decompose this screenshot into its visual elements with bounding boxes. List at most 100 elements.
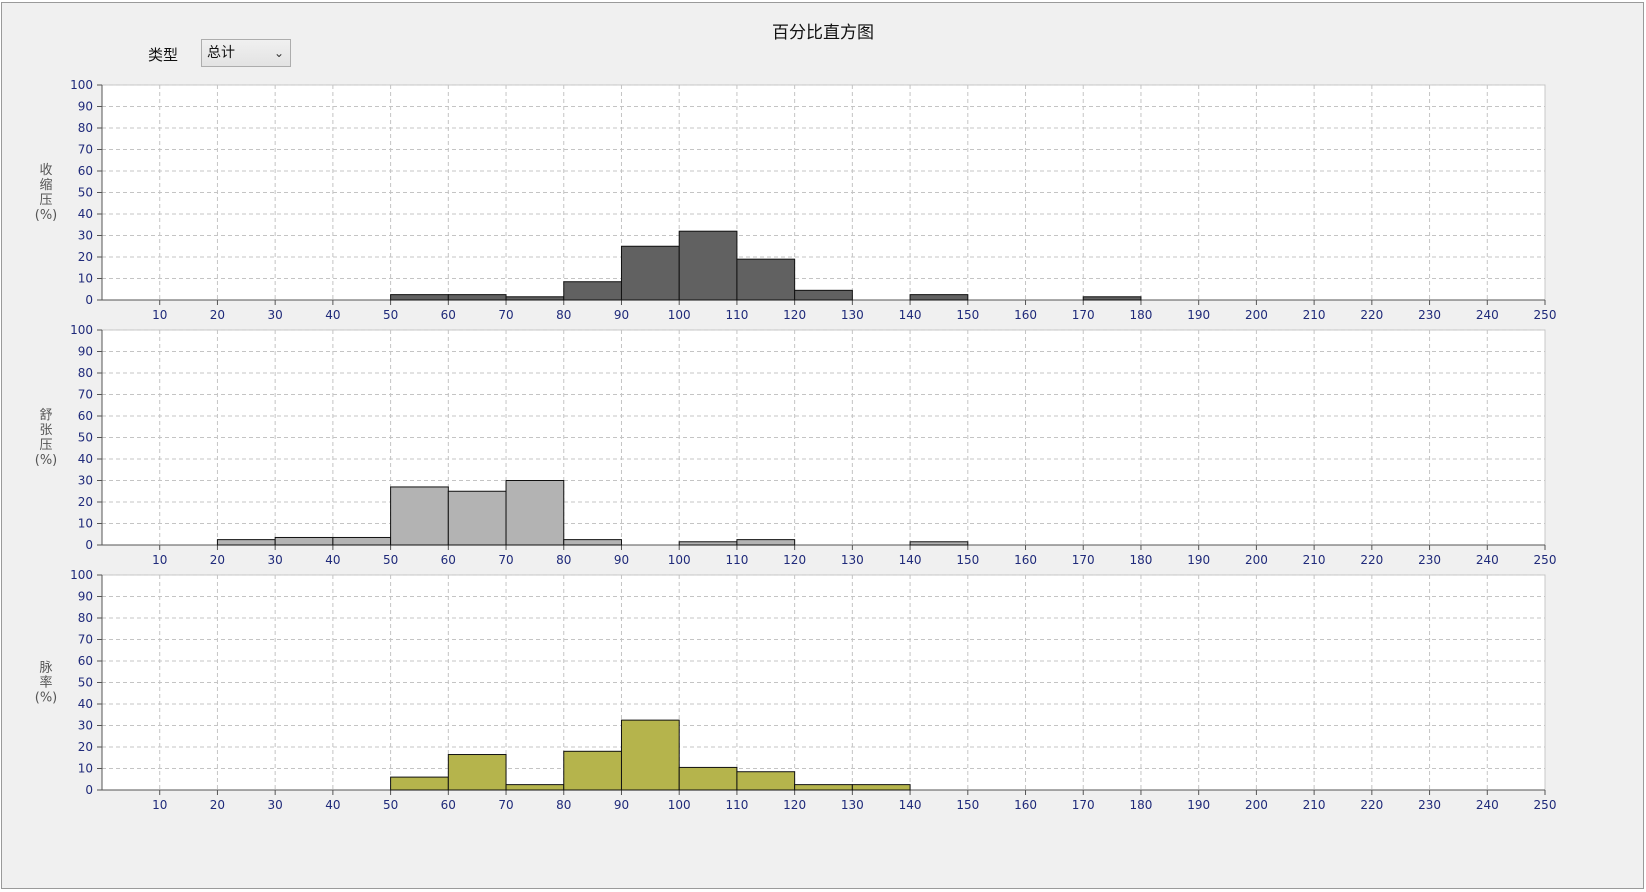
- x-tick-label: 140: [899, 553, 922, 567]
- y-tick-label: 10: [78, 762, 93, 776]
- y-axis-label-part: 压: [39, 438, 52, 453]
- y-axis-label: 收缩压(%): [35, 163, 58, 223]
- x-tick-label: 70: [498, 798, 513, 812]
- y-tick-label: 80: [78, 121, 93, 135]
- x-tick-label: 140: [899, 798, 922, 812]
- y-axis-label-part: (%): [35, 208, 58, 223]
- y-tick-label: 50: [78, 676, 93, 690]
- y-tick-label: 40: [78, 452, 93, 466]
- y-tick-label: 30: [78, 229, 93, 243]
- histogram-bar: [447, 490, 507, 546]
- x-tick-label: 220: [1360, 553, 1383, 567]
- histogram-bar: [563, 750, 622, 791]
- x-tick-label: 80: [556, 798, 571, 812]
- x-tick-label: 170: [1072, 553, 1095, 567]
- histogram-bar: [678, 230, 738, 301]
- x-tick-label: 160: [1014, 308, 1037, 322]
- y-tick-label: 90: [78, 590, 93, 604]
- histogram-bar: [390, 294, 449, 301]
- y-tick-label: 10: [78, 517, 93, 531]
- histogram-bar: [678, 766, 738, 791]
- y-tick-label: 20: [78, 250, 93, 264]
- histogram-bar: [563, 539, 622, 546]
- histogram-bar: [216, 539, 276, 546]
- x-tick-label: 10: [152, 553, 167, 567]
- x-tick-label: 230: [1418, 798, 1441, 812]
- x-tick-label: 240: [1476, 798, 1499, 812]
- histogram-bar: [736, 258, 796, 301]
- x-tick-label: 130: [841, 308, 864, 322]
- x-tick-label: 130: [841, 798, 864, 812]
- histogram-bar: [505, 296, 565, 301]
- histogram-charts: 010203040506070809010010 20 30 40 50 60 70 80 90…: [35, 78, 1557, 812]
- y-tick-label: 70: [78, 143, 93, 157]
- x-tick-label: 130: [841, 553, 864, 567]
- y-tick-label: 50: [78, 431, 93, 445]
- y-tick-label: 90: [78, 100, 93, 114]
- y-tick-label: 20: [78, 495, 93, 509]
- y-tick-label: 40: [78, 697, 93, 711]
- x-tick-label: 150: [956, 553, 979, 567]
- histogram-bar: [678, 541, 738, 546]
- x-tick-label: 240: [1476, 553, 1499, 567]
- histogram-bar: [505, 784, 565, 791]
- histogram-panel-3: 0 10 20 30 40 50 60 70 80 90 100 10 20 30 40 50 60 70 80 90…: [35, 568, 1557, 812]
- x-tick-label: 50: [383, 553, 398, 567]
- y-tick-label: 60: [78, 164, 93, 178]
- y-axis-label-part: 缩: [39, 177, 52, 193]
- histogram-bar: [794, 289, 853, 301]
- y-tick-label: 80: [78, 611, 93, 625]
- x-tick-label: 150: [956, 308, 979, 322]
- x-tick-label: 60: [441, 798, 456, 812]
- x-tick-label: 220: [1360, 798, 1383, 812]
- histogram-bar: [794, 784, 853, 791]
- x-tick-label: 120: [783, 798, 806, 812]
- histogram-bar: [505, 480, 565, 546]
- x-tick-label: 180: [1130, 798, 1153, 812]
- histogram-bar: [390, 486, 449, 546]
- x-tick-label: 70: [498, 308, 513, 322]
- x-tick-label: 200: [1245, 798, 1268, 812]
- x-tick-label: 90: [614, 308, 629, 322]
- x-tick-label: 180: [1130, 553, 1153, 567]
- x-tick-label: 100: [668, 553, 691, 567]
- x-tick-label: 90: [614, 798, 629, 812]
- y-tick-label: 0: [85, 783, 93, 797]
- y-axis-label-part: (%): [35, 691, 58, 706]
- y-tick-label: 0: [85, 538, 93, 552]
- x-tick-label: 160: [1014, 553, 1037, 567]
- y-axis-label-part: 舒: [39, 408, 52, 423]
- x-tick-label: 190: [1187, 553, 1210, 567]
- y-tick-label: 20: [78, 740, 93, 754]
- x-tick-label: 30: [268, 553, 283, 567]
- y-axis-label-part: 收: [39, 163, 52, 178]
- y-tick-label: 60: [78, 409, 93, 423]
- y-axis-label-part: 压: [39, 193, 52, 208]
- y-tick-label: 100: [70, 78, 93, 92]
- x-tick-label: 150: [956, 798, 979, 812]
- x-tick-label: 240: [1476, 308, 1499, 322]
- histogram-bar: [620, 245, 680, 301]
- x-tick-label: 160: [1014, 798, 1037, 812]
- x-tick-label: 40: [325, 553, 340, 567]
- x-tick-label: 30: [268, 798, 283, 812]
- histogram-bar: [563, 281, 622, 301]
- x-tick-label: 230: [1418, 553, 1441, 567]
- y-tick-label: 70: [78, 633, 93, 647]
- x-tick-label: 60: [441, 553, 456, 567]
- x-tick-label: 110: [725, 308, 748, 322]
- y-axis-label-part: 率: [39, 675, 52, 691]
- histogram-bar: [447, 294, 507, 301]
- x-tick-label: 190: [1187, 308, 1210, 322]
- histogram-panel-2: 0 10 20 30 40 50 60 70 80 90 100 10 20 30 40 50 60 70 80 90…: [35, 323, 1557, 567]
- x-tick-label: 10: [152, 798, 167, 812]
- x-tick-label: 80: [556, 308, 571, 322]
- y-tick-label: 0: [85, 293, 93, 307]
- x-tick-label: 180: [1130, 308, 1153, 322]
- x-tick-label: 100: [668, 308, 691, 322]
- histogram-bar: [909, 294, 969, 301]
- y-tick-label: 90: [78, 345, 93, 359]
- x-tick-label: 30: [268, 308, 283, 322]
- y-tick-label: 100: [70, 568, 93, 582]
- x-tick-label: 250: [1534, 308, 1557, 322]
